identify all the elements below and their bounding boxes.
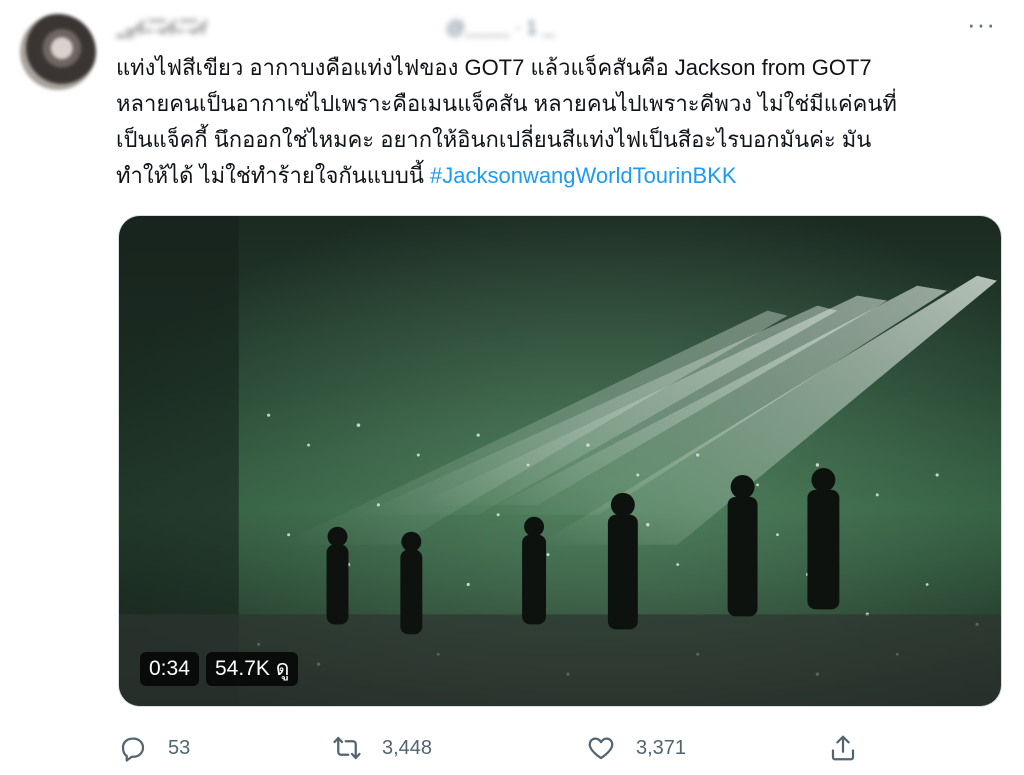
video-duration-badge: 0:34 [140, 652, 199, 686]
avatar[interactable] [20, 14, 96, 90]
video-player[interactable] [118, 215, 1002, 707]
share-icon [831, 735, 855, 761]
retweet-icon [333, 736, 361, 760]
retweet-button[interactable]: 3,448 [332, 728, 432, 768]
like-count: 3,371 [636, 736, 687, 759]
tweet-text-line: ทำให้ได้ ไม่ใช่ทำร้ายใจกันแบบนี้ [116, 163, 430, 188]
tweet-text-line: เป็นแจ็คกี้ นึกออกใช่ไหมคะ อยากให้อินกเป… [116, 127, 872, 152]
video-views-badge: 54.7K ดู [206, 652, 299, 686]
tweet-header: ˍ͟ ̵ ̷ ̸ ̶ ͞ ̵ ̷ ̸ ̶ ͞ ̵ ̷ ̸ @ˍˍˍˍˍˍˍ · … [116, 16, 976, 44]
heart-icon [588, 737, 614, 760]
hashtag-link[interactable]: #JacksonwangWorldTourinBKK [430, 163, 737, 188]
tweet: ˍ͟ ̵ ̷ ̸ ̶ ͞ ̵ ̷ ̸ ̶ ͞ ̵ ̷ ̸ @ˍˍˍˍˍˍˍ · … [0, 0, 1024, 775]
retweet-count: 3,448 [382, 736, 433, 759]
author-handle[interactable]: @ˍˍˍˍˍˍˍ · 1 ˍˍ [446, 18, 555, 40]
tweet-text: แท่งไฟสีเขียว อากาบงคือแท่งไฟของ GOT7 แล… [116, 50, 1001, 194]
tweet-text-line: แท่งไฟสีเขียว อากาบงคือแท่งไฟของ GOT7 แล… [116, 55, 872, 80]
more-options-icon[interactable]: ··· [967, 11, 996, 37]
tweet-text-line: หลายคนเป็นอากาเซ่ไปเพราะคือเมนแจ็คสัน หล… [116, 91, 897, 116]
author-name[interactable]: ˍ͟ ̵ ̷ ̸ ̶ ͞ ̵ ̷ ̸ ̶ ͞ ̵ ̷ ̸ [116, 18, 205, 40]
like-button[interactable]: 3,371 [586, 728, 686, 768]
reply-count: 53 [168, 736, 191, 759]
video-frame [119, 216, 1001, 706]
share-button[interactable] [828, 728, 858, 768]
reply-icon [121, 737, 145, 762]
tweet-actions: 53 3,448 3,371 [0, 728, 1024, 768]
reply-button[interactable]: 53 [118, 728, 190, 768]
